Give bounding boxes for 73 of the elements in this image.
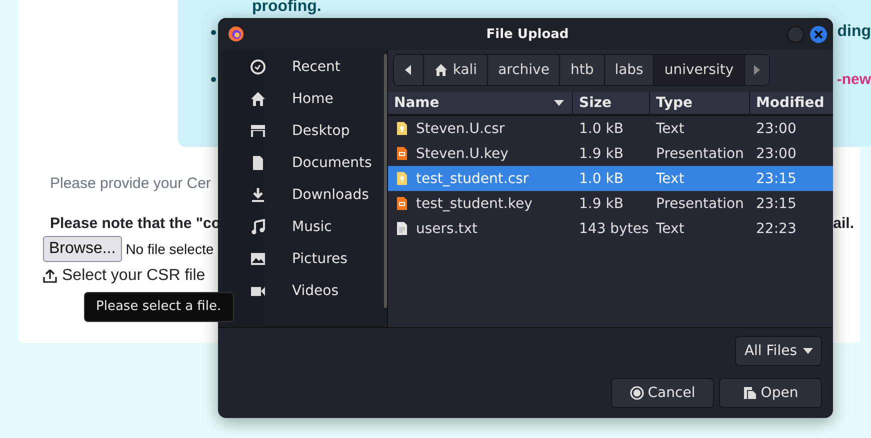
file-type-dropdown[interactable]: All Files bbox=[735, 336, 822, 366]
file-modified: 23:15 bbox=[755, 170, 796, 186]
sidebar-item[interactable]: Music bbox=[223, 211, 383, 243]
music-icon bbox=[250, 219, 266, 235]
home-icon bbox=[250, 91, 266, 107]
cancel-icon bbox=[630, 386, 644, 400]
clock-icon bbox=[250, 59, 266, 75]
file-modified: 23:15 bbox=[755, 196, 796, 212]
prompt-text: Please provide your Cer bbox=[50, 175, 211, 192]
column-header[interactable]: Modified bbox=[750, 92, 833, 114]
file-status: No file selecte bbox=[126, 241, 214, 257]
column-header[interactable]: Size bbox=[573, 92, 650, 114]
file-name: users.txt bbox=[416, 220, 478, 236]
file-name: Steven.U.key bbox=[416, 146, 508, 162]
note-text: ail. bbox=[833, 215, 854, 232]
sidebar-item[interactable]: Documents bbox=[223, 147, 383, 179]
file-modified: 23:00 bbox=[755, 120, 796, 136]
file-size: 1.0 kB bbox=[578, 120, 624, 136]
dropdown-arrow-icon bbox=[803, 348, 813, 354]
file-row[interactable]: Steven.U.key 1.9 kB Presentation 23:00 bbox=[388, 141, 833, 166]
file-name: Steven.U.csr bbox=[416, 120, 505, 136]
file-size: 1.0 kB bbox=[578, 170, 624, 186]
column-header[interactable]: Type bbox=[650, 92, 750, 114]
text-file-icon bbox=[396, 221, 408, 236]
bullet-text: ding bbox=[837, 23, 871, 41]
presentation-file-icon bbox=[396, 196, 408, 211]
file-type: Text bbox=[655, 220, 686, 236]
file-row[interactable]: test_student.key 1.9 kB Presentation 23:15 bbox=[388, 191, 833, 216]
right-arrow-icon bbox=[754, 65, 760, 75]
left-arrow-icon bbox=[405, 65, 412, 75]
sidebar-item[interactable]: Recent bbox=[223, 51, 383, 83]
window-title: File Upload bbox=[485, 26, 570, 42]
file-name: test_student.csr bbox=[416, 170, 529, 186]
browser-logo-icon bbox=[228, 26, 244, 42]
upload-icon bbox=[43, 269, 57, 283]
sidebar-item[interactable]: Home bbox=[223, 83, 383, 115]
certificate-file-icon bbox=[396, 171, 408, 186]
presentation-file-icon bbox=[396, 146, 408, 161]
file-type: Text bbox=[655, 170, 686, 186]
open-icon bbox=[742, 386, 757, 400]
close-icon bbox=[814, 30, 823, 38]
open-button[interactable]: Open bbox=[719, 378, 822, 408]
bullet-dot bbox=[211, 76, 216, 82]
download-icon bbox=[250, 187, 266, 203]
bullet-text: -new bbox=[836, 70, 871, 88]
sidebar-item[interactable]: Desktop bbox=[223, 115, 383, 147]
file-name: test_student.key bbox=[416, 196, 532, 212]
sidebar-item[interactable]: Pictures bbox=[223, 243, 383, 275]
file-type: Presentation bbox=[655, 146, 745, 162]
bullet-dot bbox=[211, 30, 216, 34]
back-button[interactable] bbox=[394, 55, 424, 85]
file-modified: 23:00 bbox=[755, 146, 796, 162]
cancel-button[interactable]: Cancel bbox=[611, 378, 714, 408]
close-button[interactable] bbox=[810, 26, 827, 42]
file-row[interactable]: users.txt 143 bytes Text 22:23 bbox=[388, 216, 833, 241]
upload-label: Select your CSR file bbox=[62, 267, 206, 285]
sidebar-item[interactable]: Downloads bbox=[223, 179, 383, 211]
home-icon bbox=[434, 63, 448, 77]
file-row[interactable]: Steven.U.csr 1.0 kB Text 23:00 bbox=[388, 116, 833, 141]
file-size: 1.9 kB bbox=[578, 196, 624, 212]
tooltip: Please select a file. bbox=[84, 292, 234, 322]
scrollbar[interactable] bbox=[384, 54, 387, 308]
path-button[interactable]: university bbox=[654, 55, 745, 85]
file-size: 143 bytes bbox=[578, 220, 650, 236]
file-type: Presentation bbox=[655, 196, 745, 212]
file-row[interactable]: test_student.csr 1.0 kB Text 23:15 bbox=[388, 166, 833, 191]
file-modified: 22:23 bbox=[755, 220, 796, 236]
sort-arrow-icon bbox=[554, 100, 564, 106]
column-header[interactable]: Name bbox=[388, 92, 573, 114]
browse-button[interactable]: Browse... bbox=[43, 236, 122, 262]
file-type: Text bbox=[655, 120, 686, 136]
certificate-file-icon bbox=[396, 121, 408, 136]
file-size: 1.9 kB bbox=[578, 146, 624, 162]
